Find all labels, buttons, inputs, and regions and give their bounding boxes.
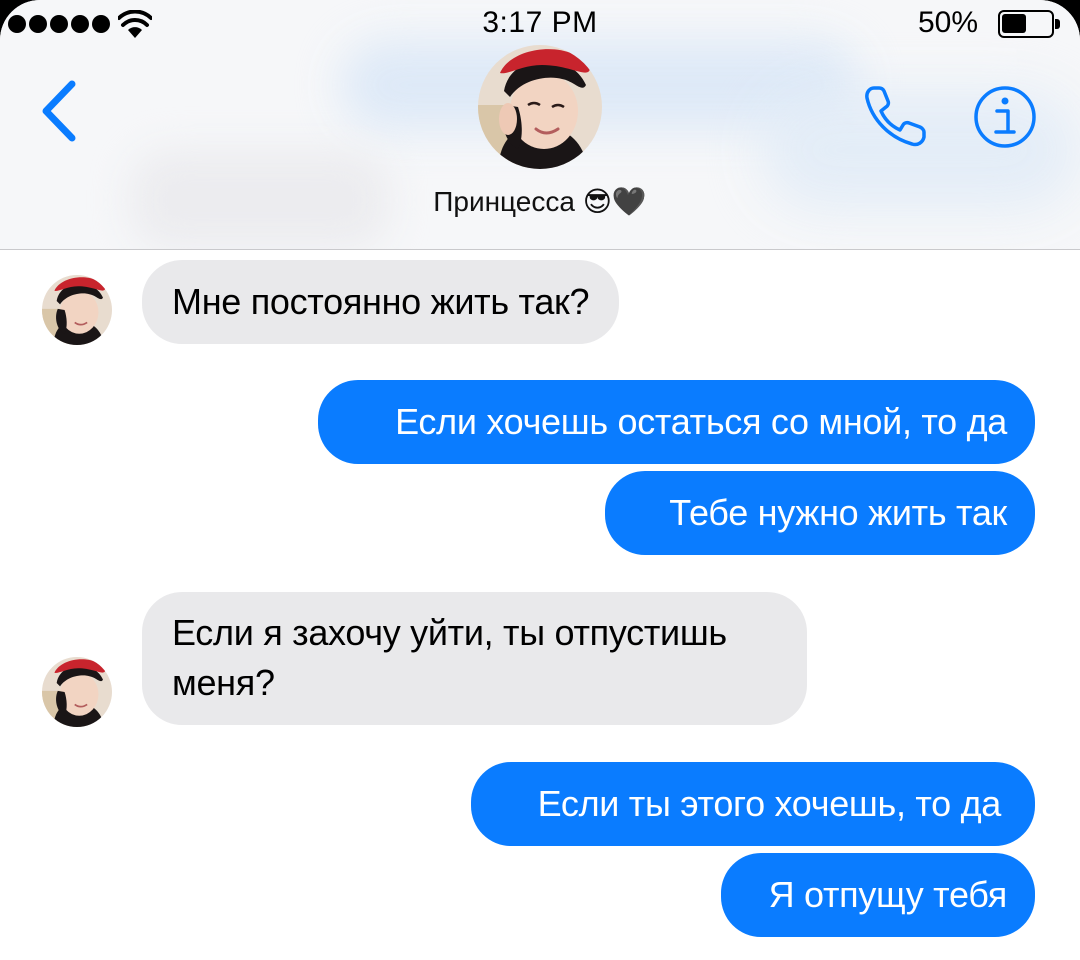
- contact-photo: [478, 45, 602, 169]
- phone-icon[interactable]: [860, 80, 932, 152]
- info-icon[interactable]: [972, 84, 1038, 150]
- signal-strength-icon: [8, 15, 110, 33]
- sender-avatar[interactable]: [42, 657, 112, 727]
- message-text: Если ты этого хочешь, то да: [537, 783, 1002, 824]
- message-text: Если хочешь остаться со мной, то да: [395, 401, 1007, 442]
- message-text: Я отпущу тебя: [768, 874, 1008, 915]
- back-button[interactable]: [34, 78, 84, 144]
- sender-avatar[interactable]: [42, 275, 112, 345]
- incoming-message[interactable]: Мне постоянно жить так?: [142, 260, 620, 344]
- incoming-message[interactable]: Если я захочу уйти, ты отпустишь меня?: [142, 592, 807, 725]
- battery-percentage: 50%: [918, 6, 979, 39]
- contact-avatar[interactable]: [478, 45, 602, 169]
- chat-screen: 3:17 PM 50% Принцесса 😎🖤 Мне постоянно ж…: [0, 0, 1080, 960]
- message-text-line: меня?: [172, 662, 275, 703]
- wifi-icon: [118, 10, 152, 38]
- status-bar: 3:17 PM 50%: [0, 0, 1080, 48]
- chat-header: 3:17 PM 50% Принцесса 😎🖤: [0, 0, 1080, 250]
- outgoing-message[interactable]: Я отпущу тебя: [721, 853, 1035, 937]
- sender-photo: [42, 657, 112, 727]
- message-text-line: Если я захочу уйти, ты отпустишь: [172, 612, 727, 653]
- outgoing-message[interactable]: Тебе нужно жить так: [605, 471, 1035, 555]
- message-text: Тебе нужно жить так: [669, 492, 1007, 533]
- outgoing-message[interactable]: Если ты этого хочешь, то да: [471, 762, 1035, 846]
- sender-photo: [42, 275, 112, 345]
- status-time: 3:17 PM: [482, 6, 598, 39]
- battery-icon: [998, 10, 1060, 38]
- message-text: Мне постоянно жить так?: [172, 281, 590, 322]
- outgoing-message[interactable]: Если хочешь остаться со мной, то да: [318, 380, 1035, 464]
- contact-name[interactable]: Принцесса 😎🖤: [340, 185, 740, 218]
